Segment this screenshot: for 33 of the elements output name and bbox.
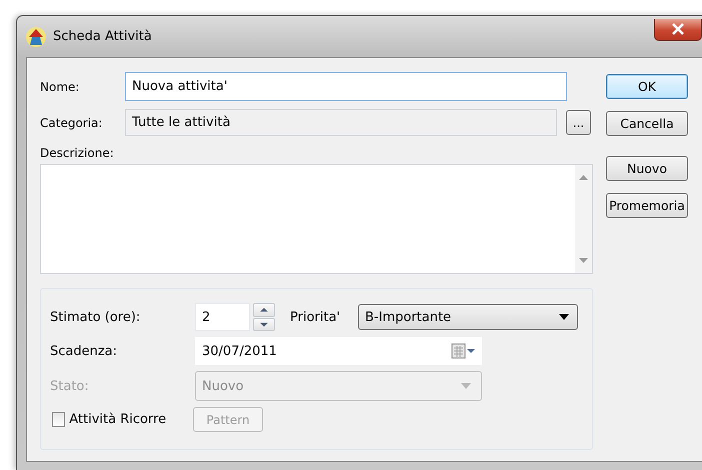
app-icon (25, 26, 47, 48)
field-label: Categoria: (40, 116, 104, 130)
dialog-button[interactable]: OK (606, 74, 688, 99)
spinner[interactable] (253, 303, 275, 331)
close-icon (671, 23, 685, 35)
checkbox[interactable] (52, 412, 66, 427)
calendar-icon (451, 343, 477, 359)
scrollbar[interactable] (575, 165, 592, 273)
field-label: Stimato (ore): (50, 310, 142, 324)
priority-dropdown[interactable]: B-Importante (358, 304, 578, 330)
dialog-button[interactable]: Cancella (606, 111, 688, 136)
date-field[interactable]: 30/07/2011 (195, 337, 482, 365)
description-field[interactable] (40, 164, 593, 274)
dialog-button[interactable]: Promemoria (606, 193, 688, 218)
field-label: Stato: (50, 378, 90, 394)
field-label: Descrizione: (40, 146, 115, 160)
window-title: Scheda Attività (53, 29, 152, 44)
up-icon (253, 303, 275, 316)
name-field[interactable]: Nuova attivita' (125, 72, 567, 101)
field-label: Nome: (40, 80, 80, 94)
scroll-down-icon (579, 258, 588, 263)
estimate-field[interactable]: 2 (195, 303, 250, 331)
field-label: Scadenza: (50, 344, 118, 358)
caret-icon (559, 314, 569, 320)
field-label: Priorita' (290, 310, 342, 324)
checkbox-label: Attività Ricorre (69, 412, 168, 427)
browse-button[interactable]: ... (566, 110, 591, 135)
caret-icon (461, 383, 471, 389)
down-icon (253, 318, 275, 331)
dialog-button[interactable]: Nuovo (606, 156, 688, 181)
scroll-up-icon (579, 175, 588, 180)
close-button[interactable] (654, 18, 702, 40)
category-field[interactable]: Tutte le attività (125, 109, 557, 136)
